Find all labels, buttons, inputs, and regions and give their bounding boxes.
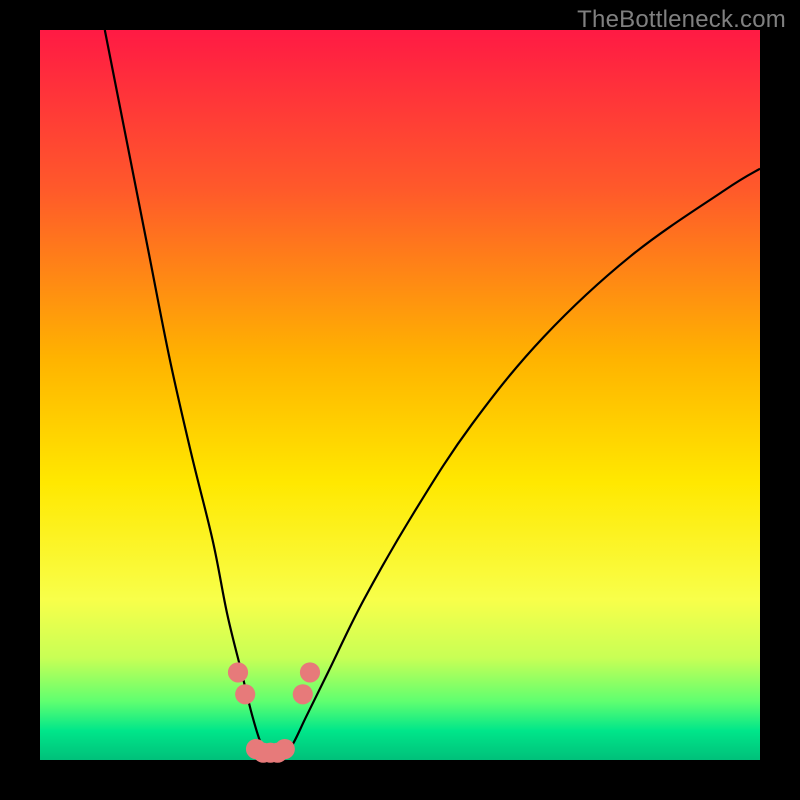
dip-marker: [293, 684, 313, 704]
dip-marker: [275, 739, 295, 759]
chart-container: TheBottleneck.com: [0, 0, 800, 800]
dip-marker: [235, 684, 255, 704]
bottleneck-chart: [0, 0, 800, 800]
dip-marker: [300, 662, 320, 682]
watermark-label: TheBottleneck.com: [577, 6, 786, 34]
dip-marker: [228, 662, 248, 682]
plot-background: [40, 30, 760, 760]
